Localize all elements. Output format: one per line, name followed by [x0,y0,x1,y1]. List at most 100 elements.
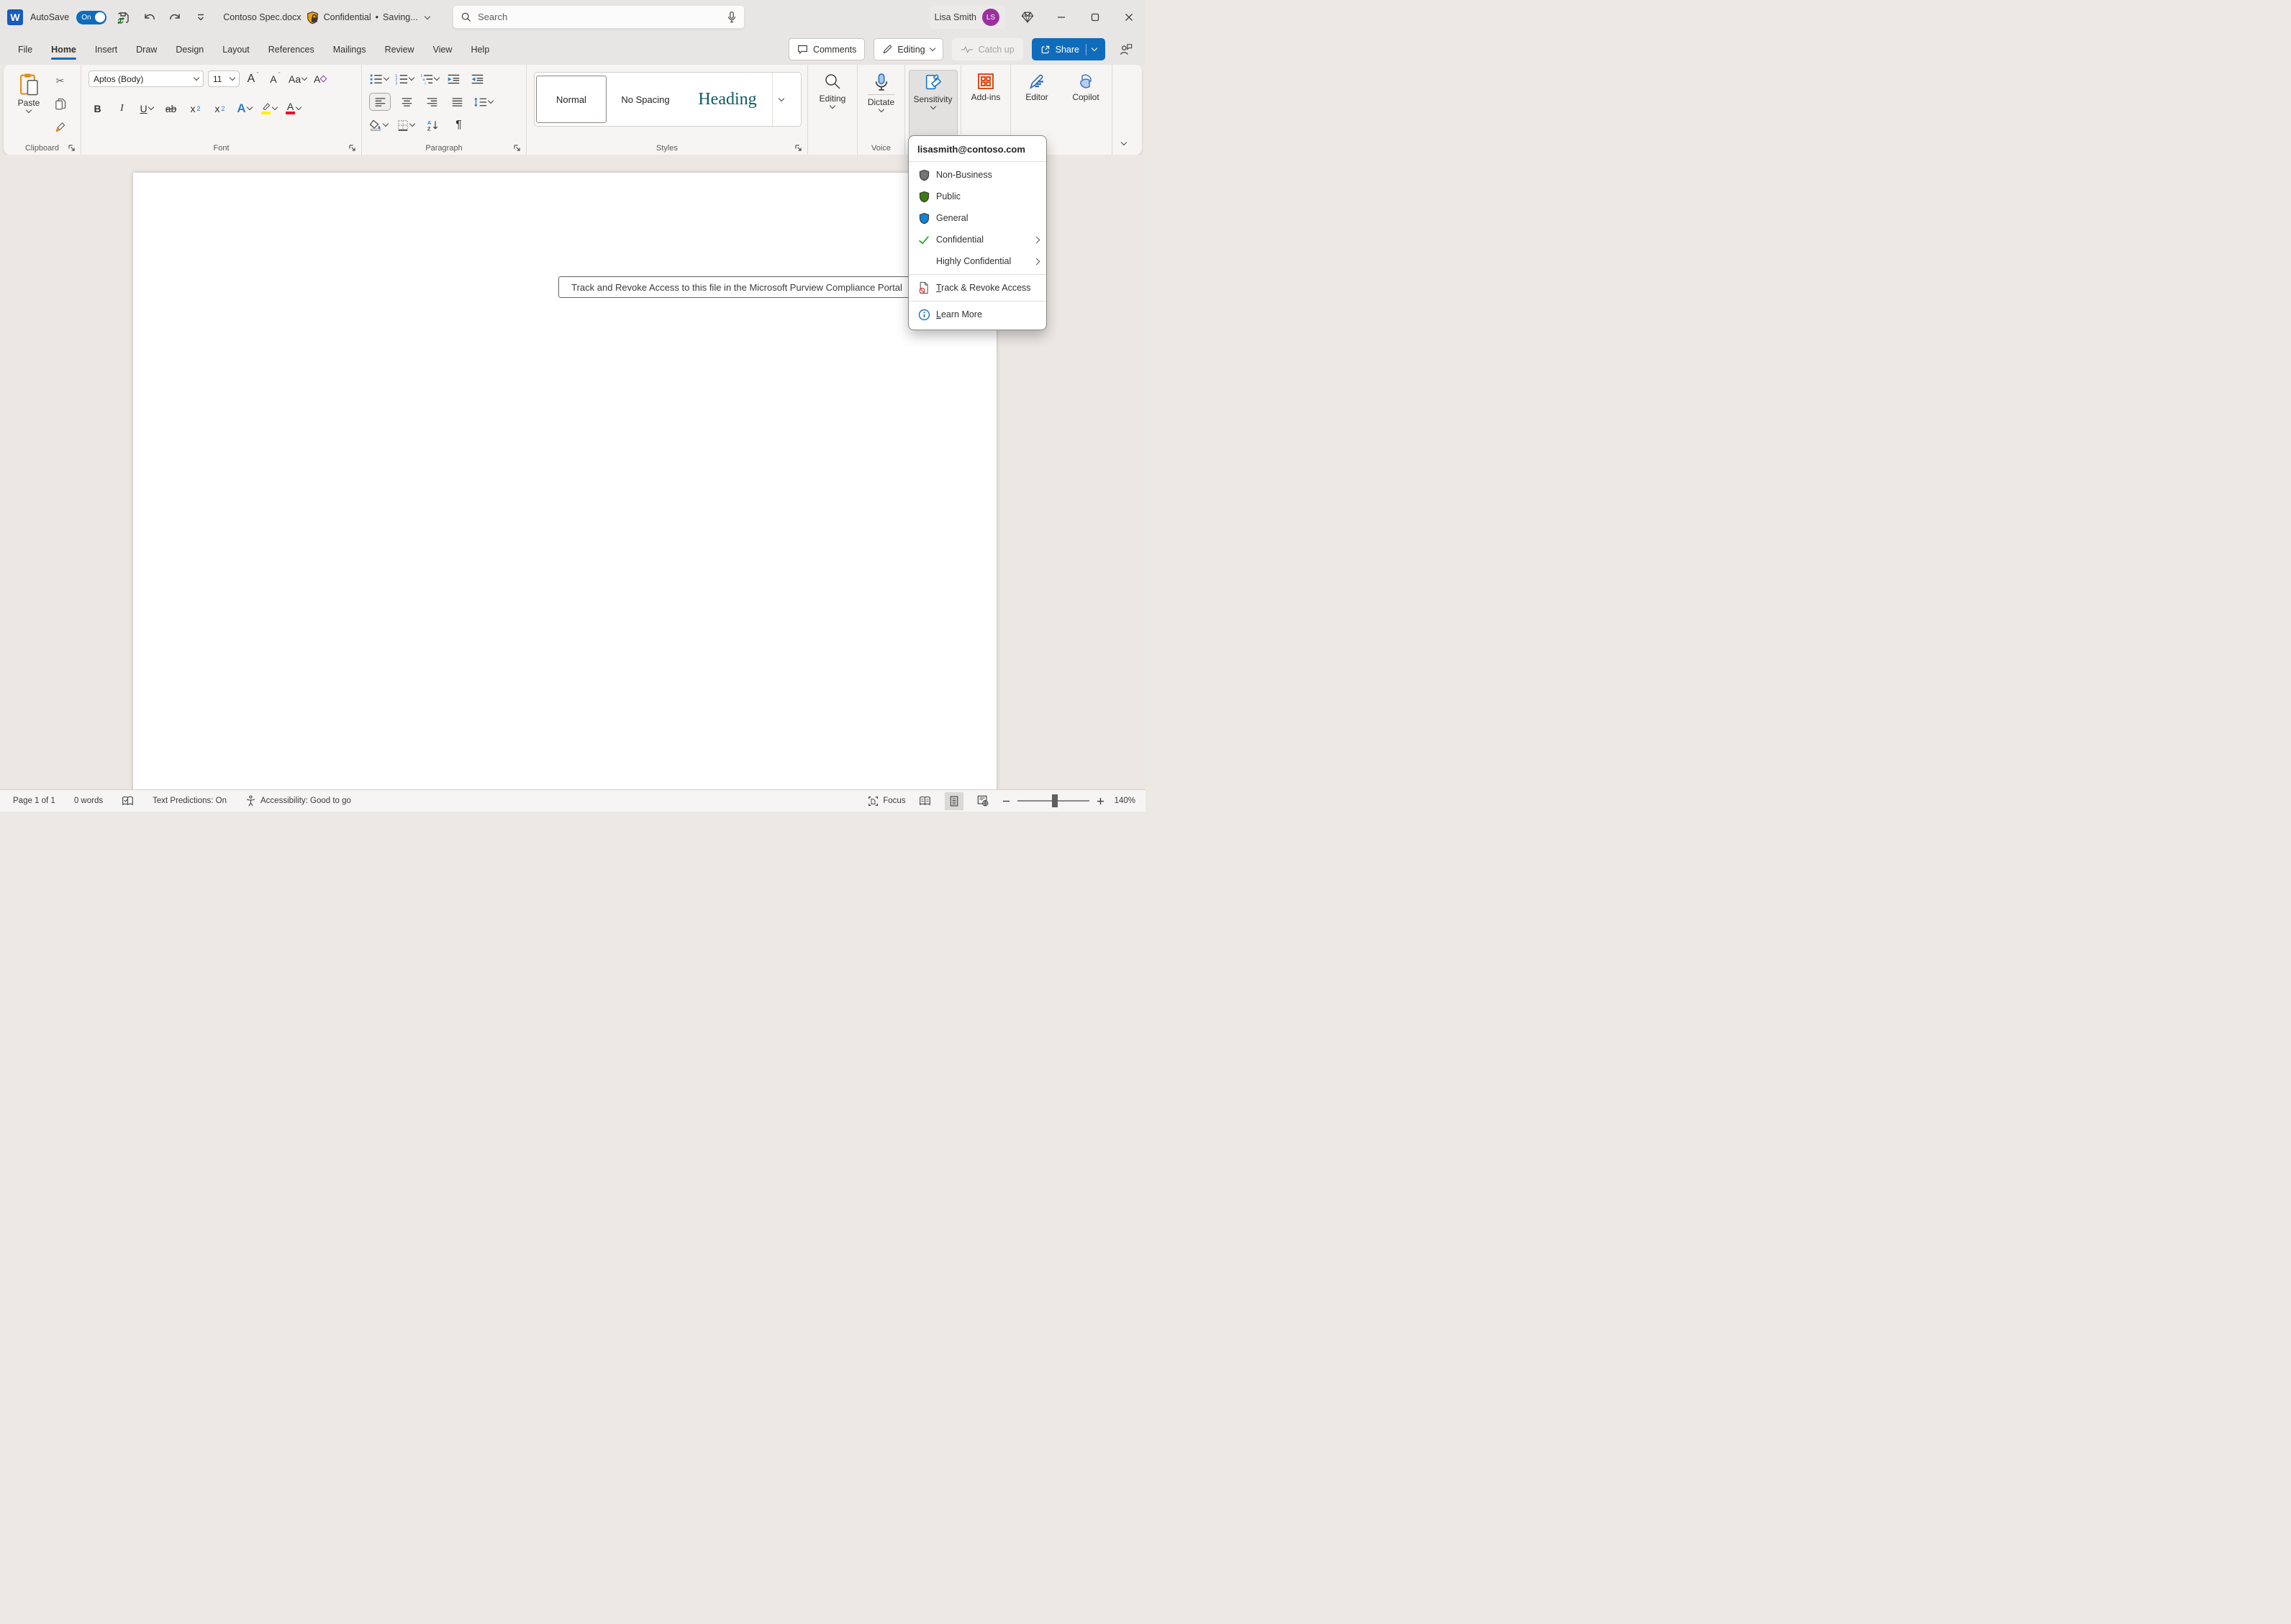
highlight-button[interactable] [260,99,278,117]
clear-formatting-button[interactable]: A [311,70,329,88]
sensitivity-button[interactable]: Sensitivity [909,70,958,139]
zoom-slider-handle[interactable] [1052,794,1058,807]
addins-button[interactable]: Add-ins [963,70,1008,102]
editing-button[interactable]: Editing [810,70,855,108]
text-predictions-status[interactable]: Text Predictions: On [153,797,227,805]
cut-button[interactable]: ✂ [51,72,69,90]
share-dropdown[interactable] [1086,44,1097,55]
document-sensitivity-label[interactable]: Confidential [324,12,371,22]
share-people-button[interactable] [1114,39,1138,60]
tab-insert[interactable]: Insert [86,39,127,60]
menu-item-learn-more[interactable]: Learn More [909,304,1046,325]
underline-button[interactable]: U [137,99,155,117]
tab-view[interactable]: View [424,39,462,60]
format-painter-button[interactable] [51,118,69,136]
accessibility-status[interactable]: Accessibility: Good to go [245,795,351,807]
shrink-font-button[interactable]: Aˇ [266,70,284,88]
title-chevron-down-icon[interactable] [424,13,430,19]
account-button[interactable]: Lisa Smith LS [929,6,1005,29]
text-effects-button[interactable]: A [235,99,253,117]
justify-button[interactable] [448,93,466,111]
share-button[interactable]: Share [1032,38,1105,60]
line-spacing-button[interactable] [473,93,493,111]
editor-button[interactable]: Editor [1015,70,1059,102]
menu-item-track-revoke-access[interactable]: Track & Revoke Access [909,277,1046,299]
catch-up-button[interactable]: Catch up [952,38,1023,60]
search-input[interactable]: Search [453,5,745,29]
menu-item-non-business[interactable]: Non-Business [909,164,1046,186]
decrease-indent-button[interactable] [445,70,463,88]
font-size-select[interactable]: 11 [208,71,240,87]
proofing-status-button[interactable] [122,796,134,806]
page-indicator[interactable]: Page 1 of 1 [13,797,55,805]
align-center-button[interactable] [398,93,416,111]
numbering-button[interactable]: 123 [394,70,414,88]
italic-button[interactable]: I [113,99,131,117]
clipboard-dialog-launcher[interactable] [68,144,76,152]
align-right-button[interactable] [423,93,441,111]
voice-search-mic-icon[interactable] [727,11,737,24]
focus-mode-button[interactable]: Focus [868,796,905,807]
web-layout-button[interactable] [974,792,992,810]
style-heading[interactable]: Heading [684,76,771,123]
paragraph-dialog-launcher[interactable] [513,144,521,152]
styles-dialog-launcher[interactable] [794,144,802,152]
tab-review[interactable]: Review [376,39,424,60]
copy-button[interactable] [51,95,69,113]
tab-references[interactable]: References [259,39,324,60]
sort-button[interactable]: A Z [423,116,441,134]
tab-home[interactable]: Home [42,39,86,60]
dictate-button[interactable]: Dictate [859,70,904,112]
undo-button[interactable] [140,8,158,27]
zoom-out-button[interactable] [1002,797,1010,805]
change-case-button[interactable]: Aa [289,70,307,88]
menu-item-general[interactable]: General [909,207,1046,229]
multilevel-list-button[interactable]: 1ai [419,70,439,88]
save-button[interactable] [114,8,132,27]
strikethrough-button[interactable]: ab [162,99,180,117]
styles-gallery-more-button[interactable] [772,73,789,126]
maximize-button[interactable] [1078,0,1112,35]
editing-mode-button[interactable]: Editing [874,38,943,60]
word-count[interactable]: 0 words [74,797,103,805]
shading-button[interactable] [369,116,388,134]
zoom-slider[interactable] [1017,800,1089,802]
font-name-select[interactable]: Aptos (Body) [89,71,204,87]
tab-draw[interactable]: Draw [127,39,166,60]
document-page[interactable] [133,173,997,789]
subscript-button[interactable]: x2 [186,99,204,117]
close-button[interactable] [1112,0,1146,35]
paste-button[interactable]: Paste [12,70,45,136]
bold-button[interactable]: B [89,99,106,117]
tab-layout[interactable]: Layout [213,39,259,60]
comments-button[interactable]: Comments [789,38,865,60]
bullets-button[interactable] [369,70,389,88]
style-normal[interactable]: Normal [536,76,607,123]
menu-item-confidential[interactable]: Confidential [909,229,1046,250]
zoom-in-button[interactable] [1097,797,1104,805]
print-layout-button[interactable] [945,792,963,810]
font-dialog-launcher[interactable] [348,144,356,152]
document-title[interactable]: Contoso Spec.docx [223,12,301,22]
grow-font-button[interactable]: Aˆ [244,70,262,88]
zoom-level[interactable]: 140% [1115,797,1135,805]
tab-help[interactable]: Help [461,39,499,60]
customize-quick-access-button[interactable] [191,8,210,27]
borders-button[interactable] [396,116,414,134]
menu-item-highly-confidential[interactable]: Highly Confidential [909,250,1046,272]
redo-button[interactable] [165,8,184,27]
tab-file[interactable]: File [9,39,42,60]
word-app-icon[interactable]: W [7,9,23,25]
superscript-button[interactable]: x2 [211,99,229,117]
tab-mailings[interactable]: Mailings [324,39,376,60]
copilot-button[interactable]: Copilot [1063,70,1108,102]
show-formatting-button[interactable]: ¶ [450,116,468,134]
tab-design[interactable]: Design [166,39,213,60]
read-mode-button[interactable] [916,792,935,810]
autosave-toggle[interactable]: On [76,11,106,24]
align-left-button[interactable] [369,93,391,111]
premium-diamond-icon[interactable] [1015,6,1040,28]
font-color-button[interactable]: A [284,99,302,117]
minimize-button[interactable] [1044,0,1078,35]
increase-indent-button[interactable] [468,70,486,88]
